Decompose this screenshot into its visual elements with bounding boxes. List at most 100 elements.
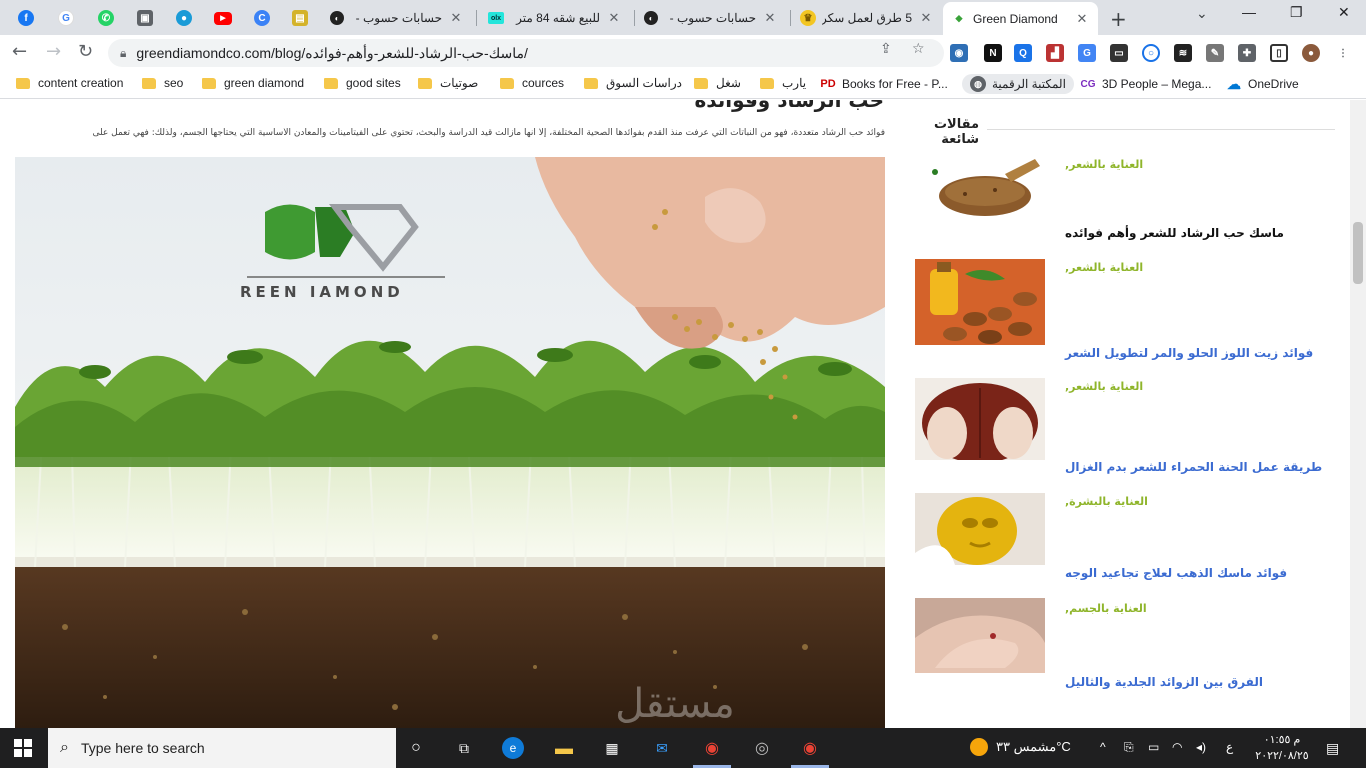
translate-icon[interactable]: G xyxy=(1078,44,1096,62)
bookmark-folder-good-sites[interactable]: good sites xyxy=(324,76,401,90)
bookmark-label: 3D People – Mega... xyxy=(1102,77,1212,91)
layers-icon[interactable]: ≋ xyxy=(1174,44,1192,62)
close-icon[interactable]: ✕ xyxy=(918,10,934,26)
minimize-icon[interactable]: — xyxy=(1242,4,1256,20)
chrome-taskbar-icon[interactable]: ◉ xyxy=(700,736,724,760)
tab-cc-app[interactable]: C xyxy=(244,5,280,31)
circle-ext-icon[interactable]: ○ xyxy=(1142,44,1160,62)
weather-widget[interactable]: مشمس ٣٣°C xyxy=(970,738,1071,756)
bookmark-3d-people[interactable]: CG 3D People – Mega... xyxy=(1080,76,1211,92)
post-title[interactable]: ماسك حب الرشاد للشعر وأهم فوائده xyxy=(1065,226,1284,240)
post-category[interactable]: العناية بالشعر, xyxy=(1065,158,1143,171)
restore-icon[interactable]: ❐ xyxy=(1290,4,1303,21)
tab-green-diamond[interactable]: ◆ Green Diamond ✕ xyxy=(943,2,1098,35)
tab-google[interactable]: G xyxy=(48,5,84,31)
notifications-icon[interactable]: ▤ xyxy=(1326,740,1339,757)
tab-sugar-recipe[interactable]: ♛ 5 طرق لعمل سكر ✕ xyxy=(792,4,942,32)
bookmark-folder-seo[interactable]: seo xyxy=(142,76,183,90)
tab-youtube[interactable]: ▶ xyxy=(205,5,241,31)
new-tab-plus-icon[interactable]: + xyxy=(1110,7,1127,31)
media-player-icon[interactable]: ◎ xyxy=(750,736,774,760)
lock-icon[interactable]: 🔒︎ xyxy=(120,46,126,61)
bookmarks-bar: content creation seo green diamond good … xyxy=(0,71,1366,99)
window-ext-icon[interactable]: ▭ xyxy=(1110,44,1128,62)
post-thumbnail-almonds[interactable] xyxy=(915,259,1045,345)
pen-ext-icon[interactable]: ✎ xyxy=(1206,44,1224,62)
weather-text: مشمس ٣٣°C xyxy=(996,739,1071,754)
post-thumbnail-skin[interactable] xyxy=(915,598,1045,673)
bookmark-folder-audio[interactable]: صوتيات xyxy=(418,76,478,90)
network-device-icon[interactable]: ⎘ xyxy=(1124,740,1134,755)
globe-icon: ◍ xyxy=(970,76,986,92)
windows-start-icon[interactable] xyxy=(14,739,32,757)
taskbar-search-box[interactable]: ⌕ Type here to search xyxy=(48,728,396,768)
side-panel-icon[interactable]: ▯ xyxy=(1270,44,1288,62)
tab-notes[interactable]: ▤ xyxy=(282,5,318,31)
tab-olx[interactable]: olx للبيع شقه 84 متر ✕ xyxy=(480,4,630,32)
bookmark-folder-cources[interactable]: cources xyxy=(500,76,564,90)
volume-icon[interactable]: ◂) xyxy=(1196,740,1206,754)
post-category[interactable]: العناية بالجسم, xyxy=(1065,602,1147,615)
puzzle-icon[interactable]: ✚ xyxy=(1238,44,1256,62)
post-thumbnail-seeds[interactable] xyxy=(915,154,1045,226)
notion-icon[interactable]: N xyxy=(984,44,1002,62)
bookmark-folder-content-creation[interactable]: content creation xyxy=(16,76,123,90)
cortana-icon[interactable]: ○ xyxy=(404,736,428,760)
folder-icon xyxy=(142,77,156,89)
tab-facebook[interactable]: f xyxy=(8,5,44,31)
battery-icon[interactable]: ▭ xyxy=(1148,740,1159,754)
close-icon[interactable]: ✕ xyxy=(1074,11,1090,27)
file-explorer-icon[interactable]: ▬ xyxy=(552,736,576,760)
address-bar[interactable]: 🔒︎ greendiamondco.com/blog/ماسك-حب-الرشا… xyxy=(108,39,944,67)
close-window-icon[interactable]: ✕ xyxy=(1338,4,1350,21)
post-title[interactable]: طريقة عمل الحنة الحمراء للشعر بدم الغزال xyxy=(1065,460,1322,474)
post-title[interactable]: فوائد زيت اللوز الحلو والمر لتطويل الشعر xyxy=(1065,346,1313,360)
post-title[interactable]: فوائد ماسك الذهب لعلاج تجاعيد الوجه xyxy=(1065,566,1287,580)
store-icon[interactable]: ▦ xyxy=(600,736,624,760)
post-thumbnail-henna[interactable] xyxy=(915,378,1045,460)
post-category[interactable]: العناية بالبشرة, xyxy=(1065,495,1148,508)
search-placeholder: Type here to search xyxy=(80,740,205,756)
bookmark-onedrive[interactable]: ☁ OneDrive xyxy=(1226,76,1299,92)
bookmark-folder-green-diamond[interactable]: green diamond xyxy=(202,76,304,90)
back-arrow-icon[interactable]: ← xyxy=(12,41,27,62)
avatar[interactable]: ● xyxy=(1302,44,1320,62)
tray-chevron-icon[interactable]: ^ xyxy=(1100,740,1106,754)
bookmark-folder-work[interactable]: شغل xyxy=(694,76,741,90)
wifi-icon[interactable]: ◠ xyxy=(1172,740,1182,754)
close-icon[interactable]: ✕ xyxy=(448,10,464,26)
post-category[interactable]: العناية بالشعر, xyxy=(1065,261,1143,274)
reload-icon[interactable]: ↻ xyxy=(78,41,93,62)
scrollbar-thumb[interactable] xyxy=(1353,222,1363,284)
mail-icon[interactable]: ✉ xyxy=(650,736,674,760)
edge-icon[interactable]: e xyxy=(502,737,524,759)
post-title[interactable]: الفرق بين الزوائد الجلدية والثاليل xyxy=(1065,675,1263,689)
close-icon[interactable]: ✕ xyxy=(606,10,622,26)
system-clock[interactable]: م ٠١:٥٥ ٢٠٢٢/٠٨/٢٥ xyxy=(1250,732,1314,764)
tab-hsoub-1[interactable]: ◐ حسابات حسوب - ✕ xyxy=(322,4,472,32)
share-icon[interactable]: ⇪ xyxy=(880,41,892,57)
language-indicator[interactable]: ع xyxy=(1226,740,1233,754)
tab-gallery[interactable]: ▣ xyxy=(127,5,163,31)
chart-ext-icon[interactable]: ▟ xyxy=(1046,44,1064,62)
bookmark-digital-library[interactable]: ◍ المكتبة الرقمية xyxy=(962,74,1074,94)
extension-icon[interactable]: ◉ xyxy=(950,44,968,62)
task-view-icon[interactable]: ⧉ xyxy=(452,736,476,760)
tab-circle-app[interactable]: ● xyxy=(166,5,202,31)
bookmark-folder-yarab[interactable]: يارب xyxy=(760,76,806,90)
bookmark-star-icon[interactable]: ☆ xyxy=(912,41,925,57)
menu-dots-icon[interactable]: ⋮ xyxy=(1334,44,1352,62)
forward-arrow-icon[interactable]: → xyxy=(46,41,61,62)
search-icon: ⌕ xyxy=(60,739,69,756)
chrome-profile-icon[interactable]: ◉ xyxy=(798,736,822,760)
bookmark-books-for-free[interactable]: PD Books for Free - P... xyxy=(820,76,948,92)
page-scrollbar[interactable] xyxy=(1350,100,1366,728)
close-icon[interactable]: ✕ xyxy=(762,10,778,26)
tab-hsoub-2[interactable]: ◐ حسابات حسوب - ✕ xyxy=(636,4,786,32)
bookmark-folder-market-studies[interactable]: دراسات السوق xyxy=(584,76,682,90)
tab-search-chevron-icon[interactable]: ⌄ xyxy=(1196,6,1208,22)
post-thumbnail-gold[interactable] xyxy=(915,493,1045,565)
tab-whatsapp[interactable]: ✆ xyxy=(88,5,124,31)
post-category[interactable]: العناية بالشعر, xyxy=(1065,380,1143,393)
search-ext-icon[interactable]: Q xyxy=(1014,44,1032,62)
